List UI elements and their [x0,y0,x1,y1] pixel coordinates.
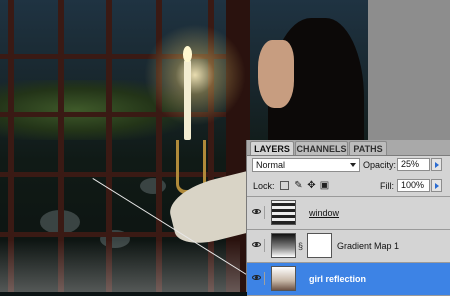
layer-name: girl reflection [309,274,367,284]
chevron-down-icon [350,163,356,167]
lock-label: Lock: [253,181,275,191]
layer-name: Gradient Map 1 [337,241,400,251]
blend-mode-select[interactable]: Normal [252,158,360,172]
girl-reflection-thumbnail [271,266,296,291]
tab-paths[interactable]: PATHS [349,141,387,155]
gradient-map-thumbnail [271,233,296,258]
candle-glow [140,20,250,130]
window-thumbnail [271,200,296,225]
fill-input[interactable]: 100% [397,179,430,192]
layer-row-girl-reflection[interactable]: girl reflection [247,263,450,296]
candle-flame [183,46,192,62]
canvas-background-grey [368,0,450,140]
opacity-label: Opacity: [363,160,397,170]
lock-position-move-icon[interactable]: ✥ [306,180,317,191]
eye-icon [252,275,261,280]
lock-fill-row: Lock: ✎ ✥ ▣ Fill: 100% [247,176,450,197]
fill-label: Fill: [380,181,394,191]
mask-link-chain-icon[interactable]: § [298,240,304,252]
visibility-eye-icon[interactable] [251,206,265,219]
layers-panel: LAYERS CHANNELS PATHS Normal Opacity: 25… [246,140,450,296]
layer-row-window[interactable]: window [247,197,450,230]
lock-paint-brush-icon[interactable]: ✎ [293,180,304,191]
layer-row-gradient-map[interactable]: § Gradient Map 1 [247,230,450,263]
blend-opacity-row: Normal Opacity: 25% [247,156,450,176]
eye-icon [252,242,261,247]
visibility-eye-icon[interactable] [251,239,265,252]
tab-layers[interactable]: LAYERS [250,141,294,155]
visibility-eye-icon[interactable] [251,272,265,285]
panel-tab-bar: LAYERS CHANNELS PATHS [247,140,450,156]
lock-transparent-icon[interactable] [280,181,289,190]
opacity-slider-arrow-icon[interactable] [431,158,442,171]
girl-face [258,40,294,108]
opacity-input[interactable]: 25% [397,158,430,171]
layer-mask-thumbnail[interactable] [307,233,332,258]
window-frame-bar [0,172,250,177]
blend-mode-value: Normal [256,160,286,170]
candle [184,60,191,140]
lock-all-padlock-icon[interactable]: ▣ [319,180,330,191]
layer-name: window [309,208,340,218]
rock [140,178,166,194]
eye-icon [252,209,261,214]
tab-channels[interactable]: CHANNELS [295,141,348,155]
fill-slider-arrow-icon[interactable] [431,179,442,192]
